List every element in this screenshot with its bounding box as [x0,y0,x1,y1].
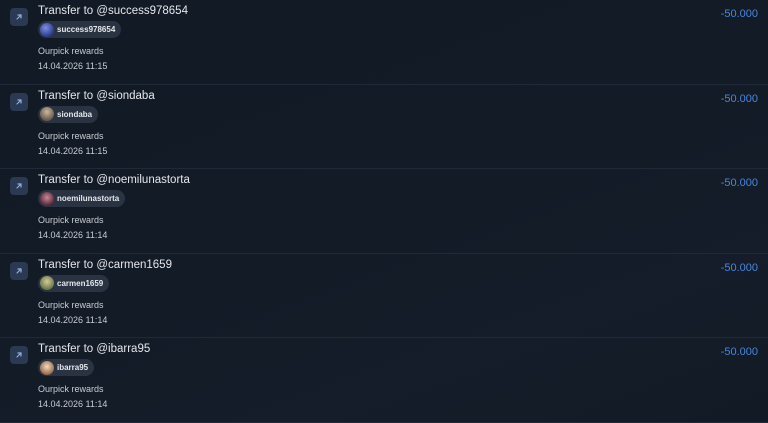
arrow-up-right-icon [10,177,28,196]
chip-username: noemilunastorta [57,194,120,204]
user-chip[interactable]: ibarra95 [38,359,95,377]
chip-username: siondaba [57,109,93,119]
transaction-title: Transfer to @noemilunastorta [38,174,190,187]
transaction-amount: -50.000 [720,92,758,105]
arrow-up-right-icon [10,8,28,26]
transaction-amount: -50.000 [720,346,758,359]
transaction-date: 14.04.2026 11:14 [38,399,108,410]
transaction-description: Ourpick rewards [38,384,104,395]
arrow-up-right-icon [10,261,28,280]
transaction-date: 14.04.2026 11:15 [38,145,108,156]
avatar [40,360,54,375]
transaction-amount: -50.000 [720,177,758,190]
transaction-date: 14.04.2026 11:14 [38,314,108,325]
chip-username: ibarra95 [57,363,89,373]
user-chip[interactable]: success978654 [38,21,122,38]
transaction-date: 14.04.2026 11:14 [38,230,108,241]
transaction-date: 14.04.2026 11:15 [38,61,108,71]
transaction-row[interactable]: Transfer to @ibarra95 ibarra95 Ourpick r… [0,338,768,423]
avatar [40,22,54,37]
transaction-title: Transfer to @siondaba [38,89,155,102]
transaction-list: Transfer to @success978654 success978654… [0,0,768,423]
transaction-title: Transfer to @success978654 [38,5,188,17]
chip-username: carmen1659 [57,278,104,288]
transaction-description: Ourpick rewards [38,215,104,226]
transaction-row[interactable]: Transfer to @noemilunastorta noemilunast… [0,169,768,254]
transaction-description: Ourpick rewards [38,46,104,56]
avatar [40,276,54,291]
user-chip[interactable]: siondaba [38,105,99,123]
transaction-row[interactable]: Transfer to @siondaba siondaba Ourpick r… [0,85,768,170]
avatar [40,107,54,122]
transaction-amount: -50.000 [720,8,758,20]
arrow-up-right-icon [10,346,28,365]
transaction-amount: -50.000 [720,261,758,274]
transaction-row[interactable]: Transfer to @success978654 success978654… [0,0,768,85]
transaction-description: Ourpick rewards [38,130,104,141]
arrow-up-right-icon [10,92,28,111]
transaction-title: Transfer to @ibarra95 [38,343,151,356]
transaction-title: Transfer to @carmen1659 [38,258,172,271]
user-chip[interactable]: carmen1659 [38,274,110,292]
user-chip[interactable]: noemilunastorta [38,190,126,208]
transaction-description: Ourpick rewards [38,299,104,310]
chip-username: success978654 [57,25,116,34]
transaction-row[interactable]: Transfer to @carmen1659 carmen1659 Ourpi… [0,254,768,339]
avatar [40,191,54,206]
